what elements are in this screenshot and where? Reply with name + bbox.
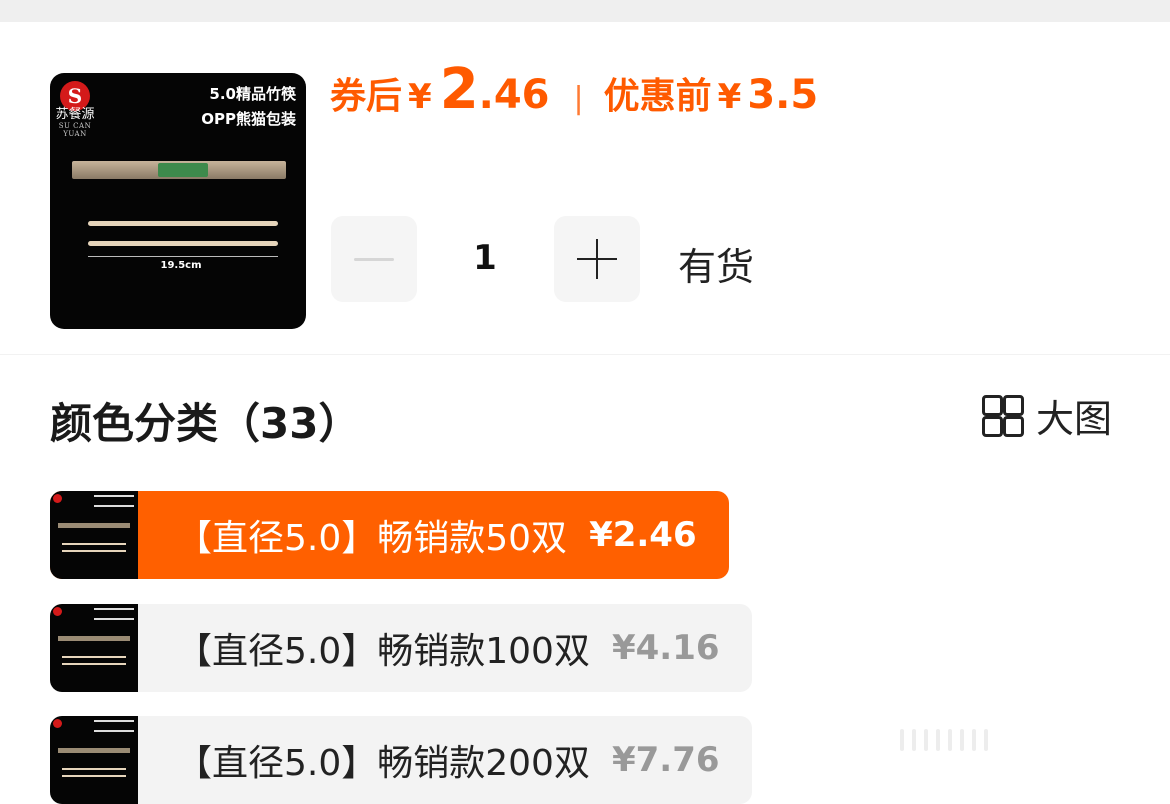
stock-status: 有货	[678, 245, 755, 289]
quantity-plus-button[interactable]	[554, 216, 640, 302]
currency-symbol: ¥	[717, 77, 742, 117]
brand-name: 苏餐源	[55, 107, 95, 122]
image-title-line1: 5.0精品竹筷	[209, 85, 296, 103]
option-label: 【直径5.0】畅销款200双	[176, 743, 590, 784]
section-title: 颜色分类（33）	[50, 399, 361, 448]
big-picture-label: 大图	[1036, 396, 1113, 441]
option-label: 【直径5.0】畅销款50双	[176, 518, 568, 559]
divider	[0, 354, 1170, 355]
option-price: ¥2.46	[589, 515, 697, 555]
option-label: 【直径5.0】畅销款100双	[176, 631, 590, 672]
option-item-200[interactable]: 【直径5.0】畅销款200双 ¥7.76	[50, 716, 752, 804]
after-coupon-price-dec: .46	[478, 72, 550, 118]
chopstick-package-graphic	[72, 161, 286, 179]
quantity-value[interactable]: 1	[450, 238, 520, 278]
option-item-100[interactable]: 【直径5.0】畅销款100双 ¥4.16	[50, 604, 752, 692]
brand-name-en: SU CAN YUAN	[58, 122, 92, 138]
option-thumbnail	[50, 491, 138, 579]
price-row: 券后 ¥ 2 .46 | 优惠前 ¥ 3.5	[330, 62, 818, 142]
grid-icon	[980, 393, 1024, 437]
scroll-indicator	[900, 725, 1160, 755]
option-thumbnail	[50, 604, 138, 692]
before-discount-price: 3.5	[747, 72, 819, 118]
chopstick-graphic	[88, 221, 278, 226]
plus-icon	[577, 239, 617, 279]
package-label-graphic	[158, 163, 208, 177]
before-discount-label: 优惠前	[603, 76, 712, 117]
top-bar	[0, 0, 1170, 22]
currency-symbol: ¥	[408, 77, 432, 117]
option-item-50[interactable]: 【直径5.0】畅销款50双 ¥2.46	[50, 491, 729, 579]
product-image[interactable]: S 苏餐源 SU CAN YUAN 5.0精品竹筷 OPP熊猫包装 19.5cm	[50, 73, 306, 329]
option-price: ¥4.16	[611, 628, 720, 668]
size-label: 19.5cm	[160, 260, 202, 271]
big-picture-button[interactable]: 大图	[980, 390, 1113, 441]
image-title-line2: OPP熊猫包装	[201, 110, 296, 128]
option-thumbnail	[50, 716, 138, 804]
after-coupon-label: 券后	[330, 76, 403, 117]
quantity-minus-button[interactable]	[331, 216, 417, 302]
chopstick-graphic	[88, 241, 278, 246]
after-coupon-price-int: 2	[439, 57, 479, 122]
minus-icon	[354, 257, 394, 261]
measure-line	[88, 256, 278, 257]
price-separator: |	[573, 81, 584, 116]
option-price: ¥7.76	[611, 740, 720, 780]
